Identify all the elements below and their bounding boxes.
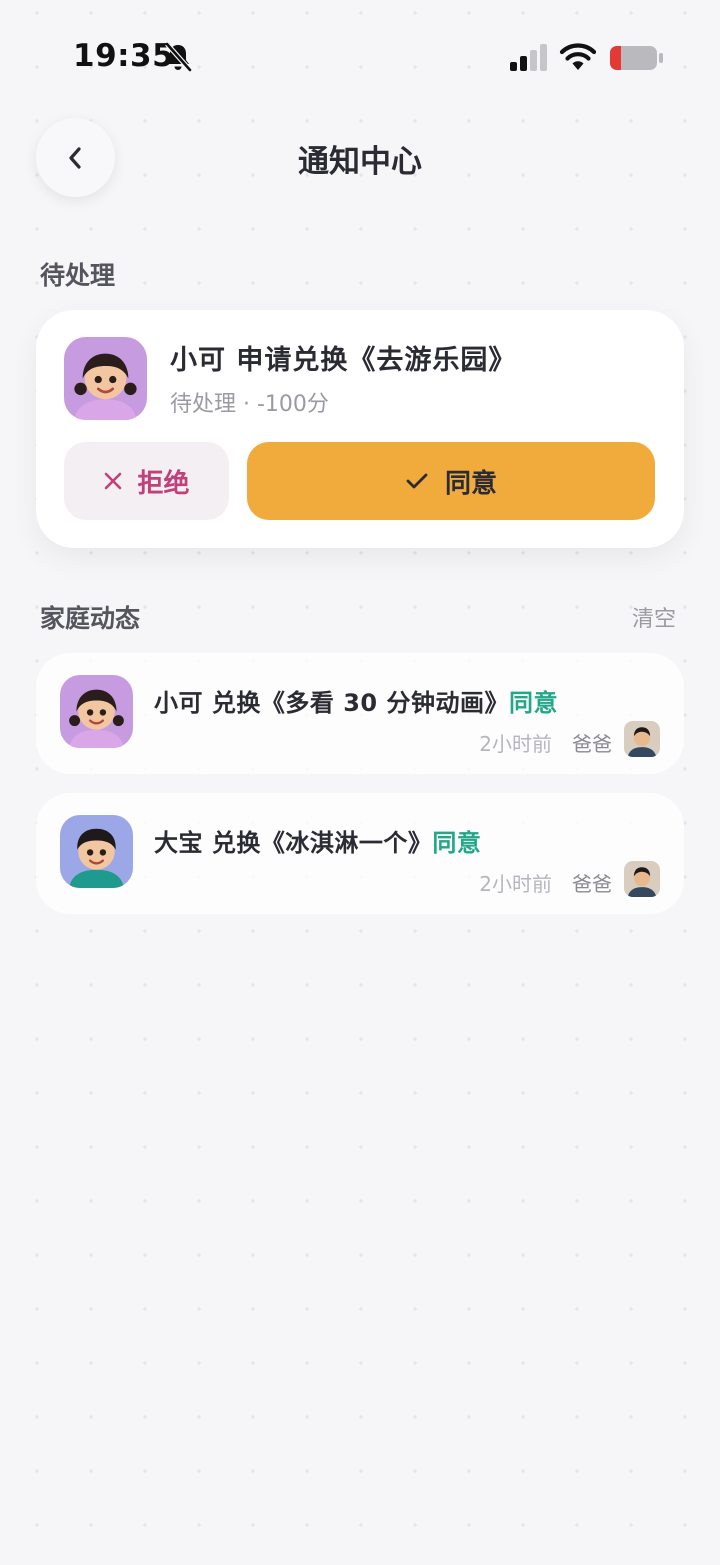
feed-item-text: 小可 兑换《多看 30 分钟动画》同意 [154, 683, 558, 718]
close-icon [105, 472, 122, 490]
pending-request-title: 小可 申请兑换《去游乐园》 [170, 345, 517, 376]
reject-button-label: 拒绝 [137, 468, 190, 499]
pending-section-label: 待处理 [40, 261, 116, 290]
approve-button[interactable]: 同意 [247, 442, 655, 520]
cellular-signal-icon [510, 44, 547, 71]
feed-item: 大宝 兑换《冰淇淋一个》同意 2小时前 爸爸 [36, 793, 684, 914]
feed-item-time: 2小时前 [479, 872, 552, 896]
dad-avatar [624, 861, 660, 897]
approve-button-label: 同意 [444, 468, 497, 499]
feed-item-status: 同意 [432, 829, 482, 857]
pending-request-subtitle: 待处理 · -100分 [170, 392, 329, 417]
wifi-icon [559, 43, 597, 70]
battery-low-icon [610, 46, 663, 70]
feed-item-actor: 爸爸 [572, 872, 612, 896]
dad-avatar [624, 721, 660, 757]
status-bar: 19:35 [0, 0, 720, 110]
feed-item: 小可 兑换《多看 30 分钟动画》同意 2小时前 爸爸 [36, 653, 684, 774]
feed-item-actor: 爸爸 [572, 732, 612, 756]
feed-item-status: 同意 [508, 689, 558, 717]
page-title: 通知中心 [298, 144, 422, 180]
reject-button[interactable]: 拒绝 [64, 442, 229, 520]
family-feed-section-label: 家庭动态 [40, 604, 141, 633]
girl-avatar [64, 337, 147, 420]
feed-item-description: 大宝 兑换《冰淇淋一个》 [154, 829, 433, 857]
bell-muted-icon [165, 42, 192, 72]
pending-request-card: 小可 申请兑换《去游乐园》 待处理 · -100分 拒绝 同意 [36, 310, 684, 548]
feed-item-text: 大宝 兑换《冰淇淋一个》同意 [154, 823, 481, 858]
boy-avatar [60, 815, 133, 888]
feed-item-time: 2小时前 [479, 732, 552, 756]
clear-button[interactable]: 清空 [632, 601, 676, 633]
check-icon [406, 473, 428, 489]
status-time: 19:35 [73, 38, 175, 74]
girl-avatar [60, 675, 133, 748]
feed-item-description: 小可 兑换《多看 30 分钟动画》 [154, 689, 509, 717]
